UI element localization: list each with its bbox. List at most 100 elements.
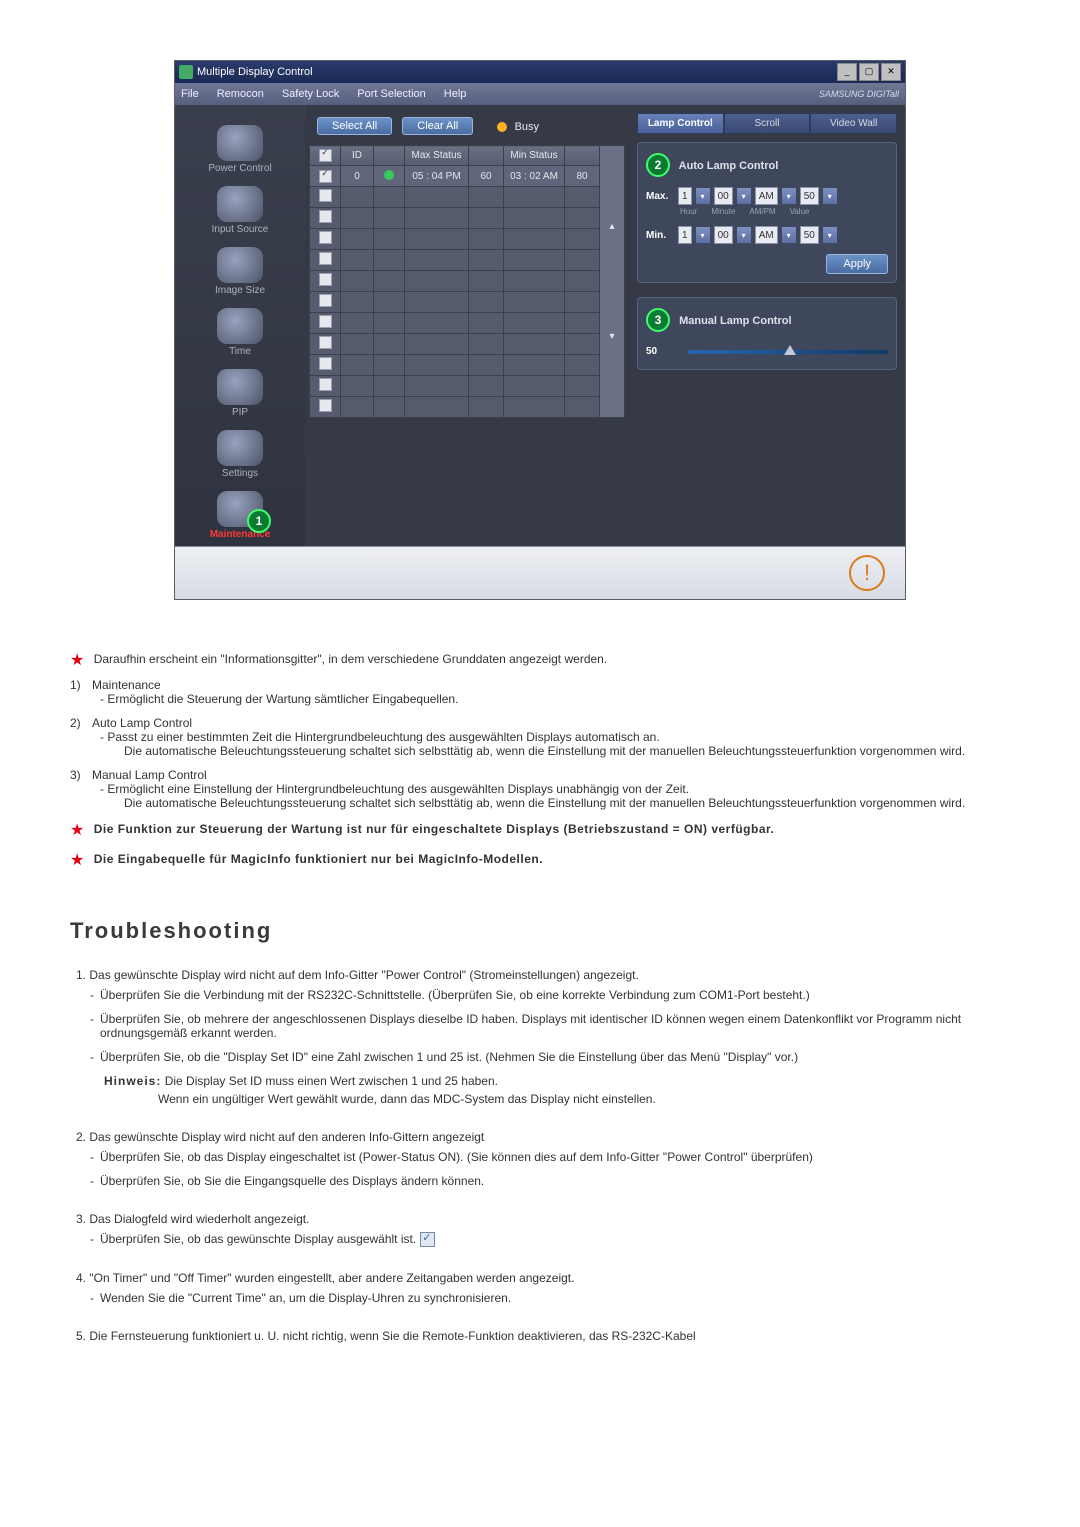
- table-row: [310, 292, 625, 313]
- sidebar: Power Control Input Source Image Size Ti…: [175, 105, 305, 546]
- checkbox-icon: [420, 1232, 435, 1247]
- list-sub: Die automatische Beleuchtungssteuerung s…: [112, 744, 1010, 758]
- doc-body: ★ Daraufhin erscheint ein "Informationsg…: [70, 650, 1010, 1343]
- min-ampm-select[interactable]: AM: [755, 226, 778, 244]
- t-title: Das gewünschte Display wird nicht auf de…: [89, 968, 638, 982]
- t-title: Das Dialogfeld wird wiederholt angezeigt…: [89, 1212, 309, 1226]
- t-sub: Überprüfen Sie, ob die "Display Set ID" …: [100, 1050, 798, 1064]
- sidebar-item-label: Image Size: [215, 285, 265, 296]
- chevron-down-icon[interactable]: ▾: [782, 188, 796, 204]
- sidebar-item-power-control[interactable]: Power Control: [175, 125, 305, 180]
- menu-file[interactable]: File: [181, 88, 199, 100]
- status-bar: !: [175, 546, 905, 599]
- troubleshooting-heading: Troubleshooting: [70, 918, 1010, 944]
- t-num: 4.: [76, 1271, 86, 1285]
- list-sub: Ermöglicht eine Einstellung der Hintergr…: [112, 782, 689, 796]
- slider-thumb-icon[interactable]: [784, 345, 796, 355]
- max-label: Max.: [646, 191, 674, 202]
- menu-help[interactable]: Help: [444, 88, 467, 100]
- row-checkbox-icon[interactable]: [319, 170, 332, 183]
- list-title: Auto Lamp Control: [92, 716, 192, 730]
- close-button[interactable]: ✕: [881, 63, 901, 81]
- chevron-down-icon[interactable]: ▾: [823, 227, 837, 243]
- row-checkbox-icon: [319, 336, 332, 349]
- intro-text: Daraufhin erscheint ein "Informationsgit…: [94, 652, 607, 666]
- sidebar-item-image-size[interactable]: Image Size: [175, 247, 305, 302]
- right-pane: Lamp Control Scroll Video Wall 2 Auto La…: [629, 105, 905, 546]
- status-table: ID Max Status Min Status ▴▾ 0 05 : 04 PM: [309, 145, 625, 418]
- select-all-button[interactable]: Select All: [317, 117, 392, 135]
- time-icon: [217, 308, 263, 344]
- chevron-down-icon[interactable]: ▾: [737, 227, 751, 243]
- cell-min-val: 80: [565, 166, 600, 187]
- row-checkbox-icon: [319, 357, 332, 370]
- manual-lamp-slider[interactable]: [688, 350, 888, 354]
- maximize-button[interactable]: ▢: [859, 63, 879, 81]
- list-sub: Passt zu einer bestimmten Zeit die Hinte…: [112, 730, 660, 744]
- manual-lamp-title: Manual Lamp Control: [679, 315, 791, 327]
- sidebar-item-pip[interactable]: PIP: [175, 369, 305, 424]
- sublabel-hour: Hour: [680, 207, 697, 216]
- table-row: [310, 271, 625, 292]
- table-row: [310, 229, 625, 250]
- busy-label: Busy: [515, 121, 539, 133]
- tab-video-wall[interactable]: Video Wall: [810, 113, 897, 134]
- sidebar-item-maintenance[interactable]: 1 Maintenance: [175, 491, 305, 546]
- sidebar-item-label: Settings: [222, 468, 258, 479]
- sidebar-item-label: Power Control: [208, 163, 271, 174]
- t-sub: Überprüfen Sie die Verbindung mit der RS…: [100, 988, 810, 1002]
- chevron-down-icon[interactable]: ▾: [823, 188, 837, 204]
- menu-remocon[interactable]: Remocon: [217, 88, 264, 100]
- table-scrollbar[interactable]: ▴▾: [600, 146, 625, 418]
- menu-port-selection[interactable]: Port Selection: [357, 88, 425, 100]
- tab-lamp-control[interactable]: Lamp Control: [637, 113, 724, 134]
- maintenance-icon: 1: [217, 491, 263, 527]
- sidebar-item-input-source[interactable]: Input Source: [175, 186, 305, 241]
- sidebar-item-time[interactable]: Time: [175, 308, 305, 363]
- max-value-select[interactable]: 50: [800, 187, 819, 205]
- apply-button[interactable]: Apply: [826, 254, 888, 274]
- col-id: ID: [341, 146, 374, 166]
- sidebar-item-label: Input Source: [212, 224, 269, 235]
- max-minute-select[interactable]: 00: [714, 187, 733, 205]
- table-row[interactable]: 0 05 : 04 PM 60 03 : 02 AM 80: [310, 166, 625, 187]
- row-checkbox-icon: [319, 231, 332, 244]
- center-pane: Select All Clear All Busy ID Max Status: [305, 105, 629, 546]
- chevron-down-icon[interactable]: ▾: [696, 188, 710, 204]
- hinweis-label: Hinweis:: [104, 1074, 161, 1088]
- sidebar-item-settings[interactable]: Settings: [175, 430, 305, 485]
- table-row: [310, 376, 625, 397]
- header-checkbox-icon[interactable]: [319, 149, 332, 162]
- clear-all-button[interactable]: Clear All: [402, 117, 473, 135]
- menubar: File Remocon Safety Lock Port Selection …: [175, 83, 905, 105]
- menu-safety-lock[interactable]: Safety Lock: [282, 88, 339, 100]
- tab-scroll[interactable]: Scroll: [724, 113, 811, 134]
- table-row: [310, 208, 625, 229]
- row-checkbox-icon: [319, 378, 332, 391]
- list-num: 1): [70, 678, 92, 692]
- min-hour-select[interactable]: 1: [678, 226, 692, 244]
- callout-badge-2: 2: [646, 153, 670, 177]
- min-minute-select[interactable]: 00: [714, 226, 733, 244]
- hinweis-text: Die Display Set ID muss einen Wert zwisc…: [165, 1074, 498, 1088]
- sublabel-value: Value: [790, 207, 810, 216]
- min-value-select[interactable]: 50: [800, 226, 819, 244]
- app-icon: [179, 65, 193, 79]
- list-num: 3): [70, 768, 92, 782]
- minimize-button[interactable]: _: [837, 63, 857, 81]
- chevron-down-icon[interactable]: ▾: [782, 227, 796, 243]
- chevron-down-icon[interactable]: ▾: [737, 188, 751, 204]
- max-hour-select[interactable]: 1: [678, 187, 692, 205]
- table-row: [310, 355, 625, 376]
- manual-lamp-panel: 3 Manual Lamp Control 50: [637, 297, 897, 370]
- sidebar-item-label: Time: [229, 346, 251, 357]
- row-checkbox-icon: [319, 210, 332, 223]
- chevron-down-icon[interactable]: ▾: [696, 227, 710, 243]
- star-icon: ★: [70, 822, 84, 839]
- row-checkbox-icon: [319, 273, 332, 286]
- manual-value-label: 50: [646, 346, 674, 357]
- callout-badge-1: 1: [247, 509, 271, 533]
- list-title: Manual Lamp Control: [92, 768, 207, 782]
- t-num: 2.: [76, 1130, 86, 1144]
- max-ampm-select[interactable]: AM: [755, 187, 778, 205]
